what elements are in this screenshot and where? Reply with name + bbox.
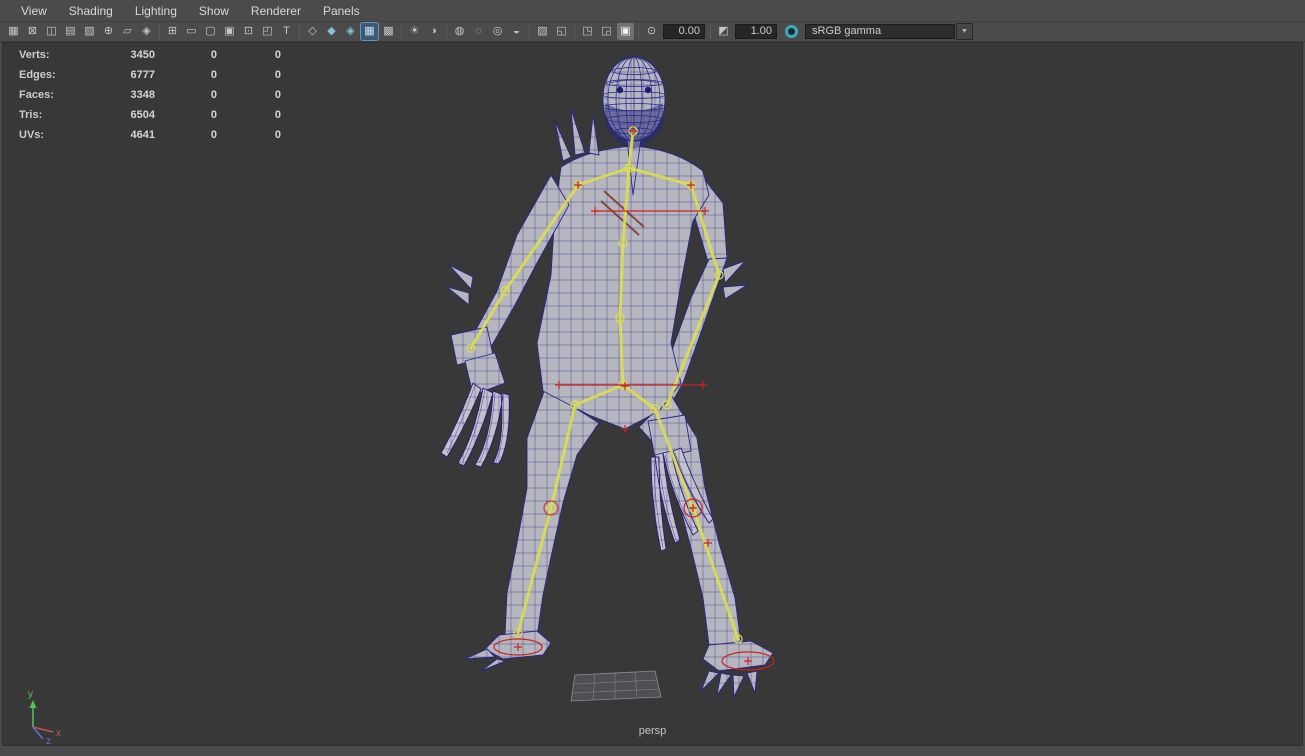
isolate-select-icon[interactable]: ▨ — [534, 23, 551, 40]
exposure-field[interactable]: 0.00 — [663, 24, 705, 39]
hud-faces-label: Faces: — [19, 89, 54, 101]
bookmarks-icon[interactable]: ▤ — [62, 23, 79, 40]
camera-name-label: persp — [638, 725, 667, 737]
copy-buffer-icon[interactable]: ◳ — [579, 23, 596, 40]
menu-lighting[interactable]: Lighting — [124, 0, 188, 22]
all-lights-icon[interactable]: ☀ — [406, 23, 423, 40]
2d-pan-zoom-icon[interactable]: ⊕ — [100, 23, 117, 40]
menu-renderer[interactable]: Renderer — [240, 0, 312, 22]
toolbar-separator — [529, 24, 530, 39]
perspective-viewport[interactable]: y x z Verts: 3450 0 0 Edges: 6777 0 0 Fa… — [2, 42, 1303, 746]
viewport-mask-icon[interactable]: ◱ — [553, 23, 570, 40]
gamma-field[interactable]: 1.00 — [735, 24, 777, 39]
grid-icon[interactable]: ⊞ — [164, 23, 181, 40]
hud-uvs-label: UVs: — [19, 129, 45, 141]
hud-verts-total: 3450 — [130, 49, 155, 61]
toolbar-separator — [159, 24, 160, 39]
toolbar-separator — [710, 24, 711, 39]
exposure-icon[interactable]: ⊙ — [643, 23, 660, 40]
hud-edges-total: 6777 — [130, 69, 155, 81]
hud-tris-col2: 0 — [210, 109, 217, 121]
image-plane-icon[interactable]: ▧ — [81, 23, 98, 40]
hud-edges-label: Edges: — [19, 69, 56, 81]
menu-show[interactable]: Show — [188, 0, 240, 22]
use-default-material-icon[interactable]: ▩ — [380, 23, 397, 40]
safe-title-icon[interactable]: T — [278, 23, 295, 40]
viewport-frame: y x z Verts: 3450 0 0 Edges: 6777 0 0 Fa… — [0, 42, 1305, 756]
film-gate-icon[interactable]: ▭ — [183, 23, 200, 40]
hud-faces-total: 3348 — [130, 89, 155, 101]
paste-buffer-icon[interactable]: ◲ — [598, 23, 615, 40]
toolbar-separator — [574, 24, 575, 39]
hud-faces-col2: 0 — [210, 89, 217, 101]
view-transform-dropdown[interactable]: sRGB gamma — [805, 24, 955, 39]
poly-count-hud: Verts: 3450 0 0 Edges: 6777 0 0 Faces: 3… — [19, 49, 281, 142]
hud-edges-col2: 0 — [210, 69, 217, 81]
safe-action-icon[interactable]: ◰ — [259, 23, 276, 40]
hud-tris-col3: 0 — [274, 109, 281, 121]
ground-plane[interactable] — [570, 670, 662, 702]
anti-aliasing-icon[interactable]: ◎ — [489, 23, 506, 40]
toolbar-separator — [401, 24, 402, 39]
hud-tris-total: 6504 — [130, 109, 155, 121]
axis-z-label: z — [46, 736, 51, 745]
menu-view[interactable]: View — [10, 0, 58, 22]
gate-mask-icon[interactable]: ▣ — [221, 23, 238, 40]
axis-y-label: y — [28, 689, 33, 700]
view-transform-dropdown-arrow-icon[interactable]: ▼ — [956, 23, 973, 40]
menu-panels[interactable]: Panels — [312, 0, 371, 22]
motion-blur-icon[interactable]: ◌ — [470, 23, 487, 40]
hud-verts-col3: 0 — [274, 49, 281, 61]
grease-pencil-icon[interactable]: ▱ — [119, 23, 136, 40]
panel-toolbar: ▦ ⊠ ◫ ▤ ▧ ⊕ ▱ ◈ ⊞ ▭ ▢ ▣ ⊡ ◰ T ◇ ◆ ◈ ▦ ▩ ☀ ◑ ◍ ◌ ◎ ◒ ▨ ◱ ◳ ◲ ▣ ⊙ 0.00 ◩… — [0, 22, 1305, 42]
hud-uvs-total: 4641 — [130, 129, 155, 141]
resolution-gate-icon[interactable]: ▢ — [202, 23, 219, 40]
scene-canvas: y x z — [28, 56, 775, 745]
textured-icon[interactable]: ◈ — [342, 23, 359, 40]
screen-space-ao-icon[interactable]: ◍ — [451, 23, 468, 40]
wireframe-icon[interactable]: ◇ — [304, 23, 321, 40]
shadows-icon[interactable]: ◑ — [425, 23, 442, 40]
hud-verts-col2: 0 — [210, 49, 217, 61]
toolbar-separator — [638, 24, 639, 39]
snapshot-icon[interactable]: ◈ — [138, 23, 155, 40]
buffer-mode-icon[interactable]: ▣ — [617, 23, 634, 40]
lock-camera-icon[interactable]: ⊠ — [24, 23, 41, 40]
gamma-icon[interactable]: ◩ — [715, 23, 732, 40]
color-management-toggle-icon[interactable] — [785, 25, 798, 38]
hud-verts-label: Verts: — [19, 49, 50, 61]
depth-of-field-icon[interactable]: ◒ — [508, 23, 525, 40]
select-camera-icon[interactable]: ▦ — [5, 23, 22, 40]
smooth-shade-all-icon[interactable]: ◆ — [323, 23, 340, 40]
toolbar-separator — [446, 24, 447, 39]
hud-tris-label: Tris: — [19, 109, 43, 121]
wireframe-on-shaded-icon[interactable]: ▦ — [360, 22, 379, 41]
hud-edges-col3: 0 — [274, 69, 281, 81]
hud-uvs-col3: 0 — [274, 129, 281, 141]
camera-attributes-icon[interactable]: ◫ — [43, 23, 60, 40]
hud-faces-col3: 0 — [274, 89, 281, 101]
toolbar-separator — [299, 24, 300, 39]
hud-uvs-col2: 0 — [210, 129, 217, 141]
panel-menu-bar: View Shading Lighting Show Renderer Pane… — [0, 0, 1305, 22]
field-chart-icon[interactable]: ⊡ — [240, 23, 257, 40]
toolbar-icon-groups: ▦ ⊠ ◫ ▤ ▧ ⊕ ▱ ◈ ⊞ ▭ ▢ ▣ ⊡ ◰ T ◇ ◆ ◈ ▦ ▩ ☀ ◑ ◍ ◌ ◎ ◒ ▨ ◱ ◳ ◲ ▣ — [4, 22, 635, 41]
menu-shading[interactable]: Shading — [58, 0, 124, 22]
